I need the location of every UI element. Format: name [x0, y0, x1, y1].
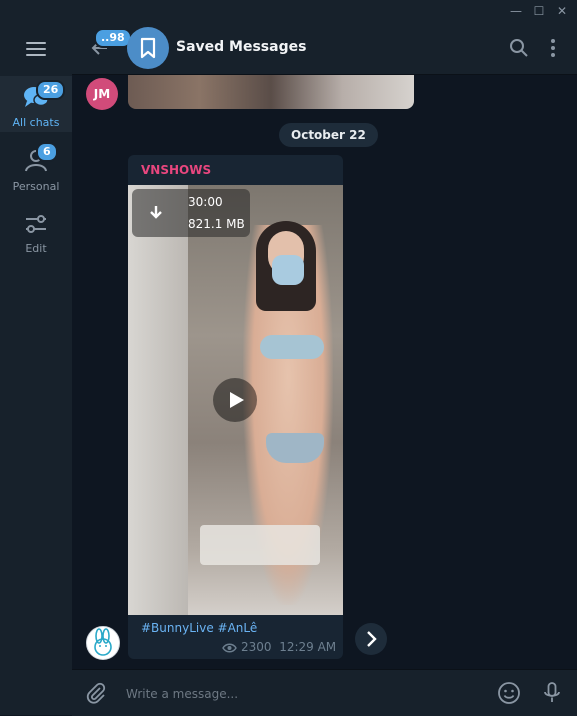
unread-badge: 6 [36, 142, 58, 162]
chevron-right-icon [367, 631, 377, 647]
video-frame-background [128, 185, 188, 615]
sender-name[interactable]: VNSHOWS [141, 163, 211, 177]
chat-header: ..98 Saved Messages [72, 22, 577, 75]
maximize-button[interactable]: ☐ [531, 3, 547, 19]
sliders-icon [26, 215, 46, 233]
play-button[interactable] [213, 378, 257, 422]
video-frame-bench [200, 525, 320, 565]
video-thumbnail[interactable]: 30:00 821.1 MB [128, 185, 343, 615]
microphone-icon[interactable] [540, 681, 564, 705]
message-input[interactable] [124, 684, 488, 704]
paperclip-icon[interactable] [84, 681, 108, 705]
download-overlay[interactable]: 30:00 821.1 MB [132, 189, 250, 237]
folder-personal[interactable]: 6 Personal [0, 140, 72, 196]
message-meta: 2300 12:29 AM [222, 640, 336, 654]
forward-button[interactable] [355, 623, 387, 655]
video-frame-bottom [266, 433, 324, 463]
avatar[interactable] [86, 626, 120, 660]
search-icon[interactable] [509, 38, 529, 58]
saved-messages-avatar[interactable] [127, 27, 169, 69]
folders-sidebar: 26 All chats 6 Personal Edit [0, 22, 72, 715]
video-frame-top [260, 335, 324, 359]
close-button[interactable]: ✕ [554, 3, 570, 19]
bookmark-icon [140, 37, 156, 59]
unread-badge: 26 [36, 80, 66, 100]
bunny-logo-icon [94, 628, 112, 656]
emoji-icon[interactable] [497, 681, 521, 705]
message-composer [72, 669, 577, 716]
eye-icon [222, 643, 237, 652]
video-duration: 30:00 [188, 195, 223, 209]
folder-all-chats[interactable]: 26 All chats [0, 76, 72, 132]
avatar[interactable]: JM [86, 78, 118, 110]
download-icon[interactable] [146, 203, 166, 223]
chat-title[interactable]: Saved Messages [176, 39, 306, 55]
minimize-button[interactable]: — [508, 3, 524, 19]
view-count: 2300 [241, 640, 272, 654]
message-time: 12:29 AM [279, 640, 337, 654]
window-titlebar: — ☐ ✕ [0, 0, 577, 22]
folder-label: Edit [25, 242, 47, 255]
folder-label: All chats [12, 116, 60, 129]
video-frame-mask [272, 255, 304, 285]
message-caption[interactable]: #BunnyLive #AnLê [141, 621, 257, 635]
hamburger-icon[interactable] [26, 42, 46, 56]
message-bubble[interactable]: VNSHOWS 30:00 821.1 MB #BunnyLive #AnLê … [128, 155, 343, 659]
play-icon [230, 392, 244, 408]
date-separator: October 22 [279, 123, 378, 147]
previous-media-thumbnail[interactable] [128, 75, 414, 109]
message-list[interactable]: JM October 22 VNSHOWS 30:00 821.1 MB #Bu… [72, 75, 577, 669]
more-vertical-icon[interactable] [543, 38, 563, 58]
video-file-size: 821.1 MB [188, 217, 245, 231]
folder-label: Personal [12, 180, 60, 193]
folder-edit[interactable]: Edit [0, 204, 72, 260]
